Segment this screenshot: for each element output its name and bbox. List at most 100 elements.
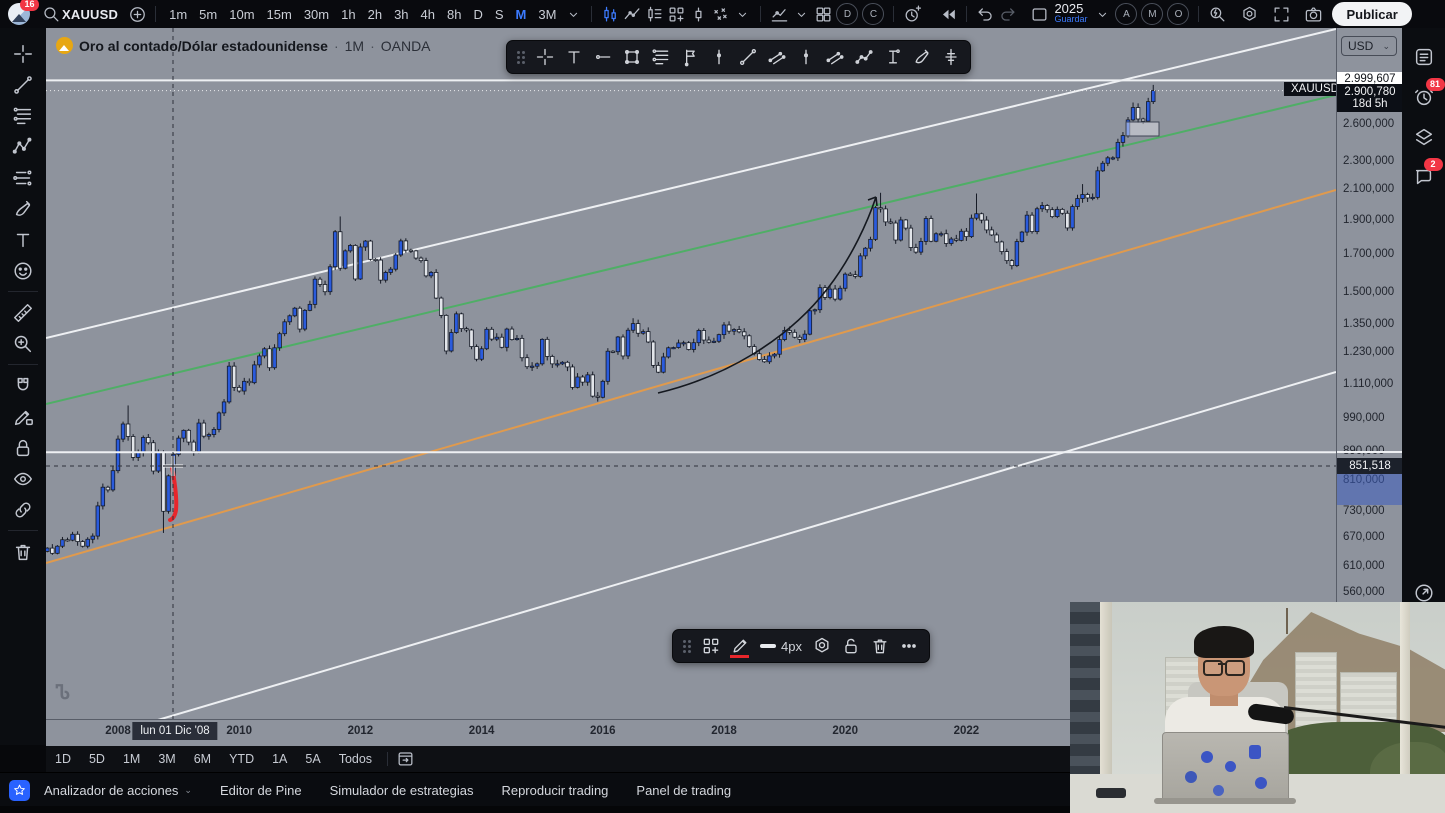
flag-tool-icon[interactable] (676, 44, 703, 70)
volume-profile-tool-icon[interactable] (937, 44, 964, 70)
alerts-icon[interactable]: 81 (1409, 82, 1439, 112)
green-line[interactable] (46, 95, 1336, 404)
crosshair-tool-icon[interactable] (6, 38, 40, 69)
text-tool-icon[interactable] (6, 224, 40, 255)
chart-style-chevron[interactable] (731, 3, 753, 25)
chart-style-bars-icon[interactable] (643, 3, 665, 25)
range-5a[interactable]: 5A (296, 752, 329, 766)
chart-legend[interactable]: Oro al contado/Dólar estadounidense · 1M… (56, 37, 431, 54)
color-pencil-icon[interactable] (726, 633, 753, 659)
parallel-lines-tool-icon[interactable] (647, 44, 674, 70)
timeframe-10m[interactable]: 10m (223, 7, 260, 22)
channel-upper[interactable] (46, 29, 1336, 338)
chat-icon[interactable]: 2 (1409, 162, 1439, 192)
template-icon[interactable] (697, 633, 724, 659)
chart-style-line-icon[interactable] (621, 3, 643, 25)
text-tool-icon[interactable] (560, 44, 587, 70)
replay-icon[interactable] (937, 3, 959, 25)
trend-line-tool-icon[interactable] (734, 44, 761, 70)
timeframe-30m[interactable]: 30m (298, 7, 335, 22)
tab-simulador-de-estrategias[interactable]: Simulador de estrategias (316, 783, 488, 798)
tab-circle-d[interactable]: D (836, 3, 858, 25)
symbol-search-button[interactable]: XAUUSD (62, 7, 118, 22)
stay-drawing-mode-icon[interactable] (6, 401, 40, 432)
arc-brush-drawing[interactable] (658, 197, 876, 393)
tab-reproducir-trading[interactable]: Reproducir trading (487, 783, 622, 798)
range-1a[interactable]: 1A (263, 752, 296, 766)
watchlist-icon[interactable] (1409, 42, 1439, 72)
lock-drawings-icon[interactable] (6, 432, 40, 463)
timeframe-D[interactable]: D (467, 7, 488, 22)
layout-grid-icon[interactable] (812, 3, 834, 25)
undo-icon[interactable] (974, 3, 996, 25)
vertical-line-tool-icon[interactable] (705, 44, 732, 70)
range-3m[interactable]: 3M (149, 752, 184, 766)
fullscreen-icon[interactable] (1270, 3, 1292, 25)
tab-circle-c[interactable]: C (862, 3, 884, 25)
price-mark-tool-icon[interactable] (792, 44, 819, 70)
range-ytd[interactable]: YTD (220, 752, 263, 766)
indicators-chevron[interactable] (790, 3, 812, 25)
polyline-tool-icon[interactable] (850, 44, 877, 70)
timeframe-3M[interactable]: 3M (532, 7, 562, 22)
sync-drawings-icon[interactable] (6, 494, 40, 525)
tab-analizador-de-acciones[interactable]: Analizador de acciones ⌄ (30, 783, 206, 798)
timeframe-menu-chevron[interactable] (562, 3, 584, 25)
measure-tool-icon[interactable] (6, 297, 40, 328)
save-layout-button[interactable]: 2025 Guardar (1050, 3, 1091, 25)
props-settings-icon[interactable] (809, 633, 836, 659)
fib-tool-icon[interactable] (6, 100, 40, 131)
redo-icon[interactable] (996, 3, 1018, 25)
delete-drawing-icon[interactable] (867, 633, 894, 659)
object-tree-icon[interactable] (1409, 122, 1439, 152)
compare-icon[interactable] (665, 3, 687, 25)
range-1d[interactable]: 1D (46, 752, 80, 766)
add-symbol-icon[interactable] (126, 3, 148, 25)
channel-tool-icon[interactable] (763, 44, 790, 70)
horizontal-line-tool-icon[interactable] (589, 44, 616, 70)
timeframe-15m[interactable]: 15m (261, 7, 298, 22)
timeframe-2h[interactable]: 2h (362, 7, 388, 22)
rectangle-tool-icon[interactable] (618, 44, 645, 70)
disjoint-channel-tool-icon[interactable] (821, 44, 848, 70)
timeframe-3h[interactable]: 3h (388, 7, 414, 22)
range-6m[interactable]: 6M (185, 752, 220, 766)
save-chevron[interactable] (1091, 3, 1113, 25)
layout-icon[interactable] (1028, 3, 1050, 25)
goto-date-icon[interactable] (394, 748, 416, 770)
timeframe-1m[interactable]: 1m (163, 7, 193, 22)
trendline-tool-icon[interactable] (6, 69, 40, 100)
range-5d[interactable]: 5D (80, 752, 114, 766)
timeframe-4h[interactable]: 4h (415, 7, 441, 22)
more-options-icon[interactable] (896, 633, 923, 659)
search-icon[interactable] (40, 3, 62, 25)
brush-tool-icon[interactable] (6, 193, 40, 224)
range-todos[interactable]: Todos (330, 752, 381, 766)
quick-search-icon[interactable] (1206, 3, 1228, 25)
currency-selector[interactable]: USD⌄ (1341, 36, 1397, 56)
tab-editor-de-pine[interactable]: Editor de Pine (206, 783, 316, 798)
indicators-icon[interactable] (768, 3, 790, 25)
timeframe-5m[interactable]: 5m (193, 7, 223, 22)
user-avatar[interactable]: 16 (8, 3, 30, 25)
chart-style-scatter-icon[interactable] (709, 3, 731, 25)
price-range-tool-icon[interactable] (879, 44, 906, 70)
hide-drawings-icon[interactable] (6, 463, 40, 494)
emoji-tool-icon[interactable] (6, 255, 40, 286)
publish-button[interactable]: Publicar (1332, 2, 1411, 26)
magnet-mode-icon[interactable] (6, 370, 40, 401)
zoom-in-tool-icon[interactable] (6, 328, 40, 359)
price-box-drawing[interactable] (1126, 122, 1159, 136)
alert-icon[interactable] (901, 3, 923, 25)
timeframe-S[interactable]: S (489, 7, 510, 22)
settings-icon[interactable] (1238, 3, 1260, 25)
crosshair-tool-icon[interactable] (531, 44, 558, 70)
timeframe-M[interactable]: M (510, 7, 533, 22)
props-drag-handle[interactable] (683, 640, 691, 653)
line-thickness-button[interactable]: 4px (755, 639, 807, 654)
chart-style-hollow-icon[interactable] (687, 3, 709, 25)
drag-handle[interactable] (517, 51, 525, 64)
layout-circle-m[interactable]: M (1141, 3, 1163, 25)
tab-panel-de-trading[interactable]: Panel de trading (622, 783, 745, 798)
favorites-star-button[interactable] (9, 780, 30, 801)
